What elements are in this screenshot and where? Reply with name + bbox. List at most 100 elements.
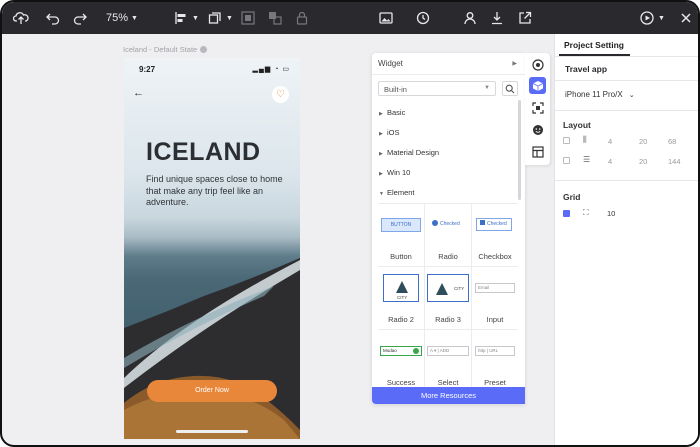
- layout-rows-count[interactable]: 4: [608, 157, 612, 166]
- layout-rows-gutter[interactable]: 20: [639, 157, 647, 166]
- widget-library-select[interactable]: Built-in ▼: [378, 81, 496, 96]
- tile-label-preset[interactable]: Preset: [472, 378, 518, 387]
- tile-label-success[interactable]: Success: [378, 378, 424, 387]
- layout-rows-height[interactable]: 144: [668, 157, 681, 166]
- category-label: Material Design: [387, 148, 440, 157]
- category-label: Basic: [387, 108, 406, 117]
- columns-icon: ⫼: [583, 135, 587, 144]
- widget-library-value: Built-in: [384, 85, 407, 94]
- card-preview-text: CITY: [397, 295, 408, 300]
- undo-icon[interactable]: [45, 10, 61, 26]
- user-icon[interactable]: [462, 10, 478, 26]
- share-icon[interactable]: [517, 10, 533, 26]
- success-widget-preview[interactable]: Modao: [380, 346, 422, 356]
- widget-cube-icon[interactable]: [529, 77, 546, 94]
- caret-right-icon: ▶: [379, 111, 383, 117]
- gear-icon[interactable]: [200, 46, 208, 53]
- arrange-icon[interactable]: ▼: [207, 10, 233, 26]
- category-win-10[interactable]: ▶ Win 10: [379, 168, 410, 177]
- radio-3-widget-preview[interactable]: CITY: [427, 274, 469, 302]
- checkbox-icon: [480, 220, 485, 225]
- tile-label-checkbox[interactable]: Checkbox: [472, 252, 518, 261]
- caret-right-icon: ▶: [379, 171, 383, 177]
- layout-columns-checkbox[interactable]: [563, 137, 570, 144]
- widget-scrollbar[interactable]: [518, 100, 521, 200]
- image-icon[interactable]: [378, 10, 394, 26]
- transform-icon[interactable]: [529, 99, 546, 116]
- tile-label-select[interactable]: Select: [425, 378, 471, 387]
- emoji-icon[interactable]: [529, 121, 546, 138]
- category-basic[interactable]: ▶ Basic: [379, 108, 405, 117]
- mountain-icon: [396, 281, 408, 293]
- input-widget-preview[interactable]: Email: [475, 283, 515, 293]
- radio-widget-preview[interactable]: Checked: [432, 220, 460, 227]
- device-select[interactable]: iPhone 11 Pro/X ⌄: [565, 90, 635, 99]
- target-icon[interactable]: [529, 56, 546, 73]
- check-circle-icon: [413, 348, 419, 354]
- group-icon[interactable]: [240, 10, 256, 26]
- category-element[interactable]: ▼ Element: [379, 188, 415, 197]
- arrow-left-icon[interactable]: ←: [133, 88, 144, 99]
- layout-columns-count[interactable]: 4: [608, 137, 612, 146]
- widget-panel-header[interactable]: Widget ▶: [372, 53, 525, 75]
- panel-icon-rail: [525, 53, 550, 165]
- category-material-design[interactable]: ▶ Material Design: [379, 148, 439, 157]
- artboard-state-label[interactable]: Iceland - Default State: [123, 45, 208, 54]
- phone-artboard[interactable]: 9:27 ▂▄▆ ◔ ▭ ← ♡ ICELAND Find unique spa…: [124, 58, 300, 439]
- grid-heading: Grid: [563, 192, 581, 202]
- history-icon[interactable]: [415, 10, 431, 26]
- caret-right-icon[interactable]: ▶: [512, 60, 517, 67]
- more-resources-button[interactable]: More Resources: [372, 387, 525, 404]
- play-icon[interactable]: ▼: [639, 10, 665, 26]
- zoom-value: 75%: [106, 12, 129, 24]
- mountain-icon: [436, 283, 448, 295]
- chevron-down-icon: ▼: [131, 14, 138, 22]
- tile-divider: [424, 203, 425, 387]
- category-ios[interactable]: ▶ iOS: [379, 128, 400, 137]
- layout-columns-gutter[interactable]: 20: [639, 137, 647, 146]
- tile-label-radio[interactable]: Radio: [425, 252, 471, 261]
- tile-label-radio-3[interactable]: Radio 3: [425, 315, 471, 324]
- divider: [555, 56, 698, 57]
- close-icon[interactable]: [678, 10, 694, 26]
- checkbox-widget-preview[interactable]: Checked: [476, 218, 512, 231]
- grid-checkbox[interactable]: [563, 210, 570, 217]
- widget-search-button[interactable]: [502, 81, 518, 96]
- grid-size-value[interactable]: 10: [607, 209, 615, 218]
- layout-rows-checkbox[interactable]: [563, 157, 570, 164]
- chevron-down-icon: ⌄: [628, 92, 635, 99]
- divider: [555, 80, 698, 81]
- order-now-button[interactable]: Order Now: [147, 380, 277, 402]
- tile-divider: [471, 203, 472, 387]
- lock-icon[interactable]: [294, 10, 310, 26]
- checkbox-preview-label: Checked: [487, 221, 507, 227]
- select-widget-preview[interactable]: A ▾ | ADD: [427, 346, 469, 356]
- radio-dot-icon: [432, 220, 438, 226]
- preset-widget-preview[interactable]: http | URL: [475, 346, 515, 356]
- hero-title: ICELAND: [146, 138, 261, 166]
- tile-label-input[interactable]: Input: [472, 315, 518, 324]
- artboard-state-text: Iceland - Default State: [123, 45, 198, 54]
- rows-icon: ☰: [583, 155, 591, 164]
- download-icon[interactable]: [489, 10, 505, 26]
- tile-divider: [378, 329, 518, 330]
- divider: [555, 110, 698, 111]
- card-preview-text: CITY: [454, 286, 465, 291]
- top-toolbar: 75% ▼ ▼ ▼ ▼: [2, 2, 698, 34]
- align-icon[interactable]: ▼: [173, 10, 199, 26]
- tile-label-radio-2[interactable]: Radio 2: [378, 315, 424, 324]
- zoom-select[interactable]: 75% ▼: [106, 10, 138, 26]
- radio-2-widget-preview[interactable]: CITY: [383, 274, 419, 302]
- tab-project-setting[interactable]: Project Setting: [564, 40, 624, 50]
- project-name[interactable]: Travel app: [565, 64, 607, 74]
- layout-columns-width[interactable]: 68: [668, 137, 676, 146]
- category-label: iOS: [387, 128, 400, 137]
- redo-icon[interactable]: [72, 10, 88, 26]
- heart-icon[interactable]: ♡: [272, 86, 289, 103]
- template-icon[interactable]: [529, 143, 546, 160]
- upload-icon[interactable]: [13, 10, 29, 26]
- tile-label-button[interactable]: Button: [378, 252, 424, 261]
- button-widget-preview[interactable]: BUTTON: [381, 218, 421, 232]
- widget-panel: Widget ▶ Built-in ▼ ▶ Basic ▶ iOS ▶ Materia…: [372, 53, 525, 404]
- ungroup-icon[interactable]: [267, 10, 283, 26]
